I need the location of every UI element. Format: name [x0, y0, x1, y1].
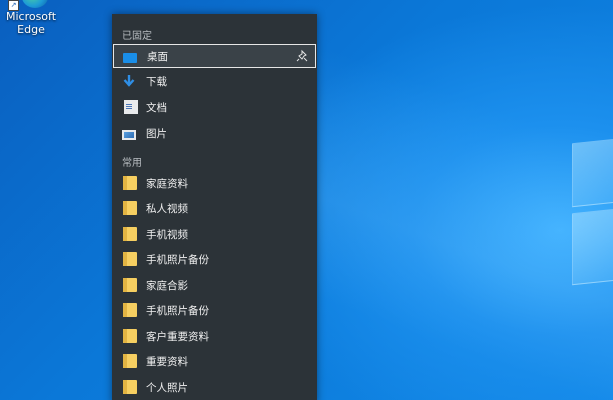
section-title-frequent: 常用 — [122, 158, 142, 169]
folder-icon — [123, 380, 137, 394]
jump-item-label: 家庭合影 — [146, 279, 188, 292]
jump-item-label: 手机视频 — [146, 228, 188, 241]
jump-item-label: 文档 — [146, 101, 167, 114]
folder-icon — [123, 278, 137, 292]
jump-item-label: 下载 — [146, 75, 167, 88]
section-title-pinned: 已固定 — [122, 31, 152, 42]
jump-item-label: 桌面 — [147, 50, 168, 63]
download-icon — [123, 75, 135, 87]
jump-item-label: 手机照片备份 — [146, 304, 209, 317]
jump-item-frequent[interactable]: 手机视频 — [113, 222, 316, 246]
jump-item-frequent[interactable]: 私人视频 — [113, 196, 316, 220]
jump-item-downloads[interactable]: 下载 — [113, 69, 316, 93]
document-icon — [124, 100, 138, 114]
desktop-background: ↗ Microsoft Edge 已固定 桌面 下载 文档 图片 常用 家庭资料… — [0, 0, 613, 400]
jump-item-label: 家庭资料 — [146, 177, 188, 190]
jump-item-label: 客户重要资料 — [146, 330, 209, 343]
jump-item-frequent[interactable]: 家庭合影 — [113, 273, 316, 297]
folder-icon — [123, 252, 137, 266]
folder-icon — [123, 303, 137, 317]
folder-icon — [123, 176, 137, 190]
wallpaper-window-pane-bottom — [572, 206, 613, 286]
folder-icon — [123, 227, 137, 241]
jump-item-frequent[interactable]: 客户重要资料 — [113, 324, 316, 348]
jump-item-label: 重要资料 — [146, 355, 188, 368]
jump-item-frequent[interactable]: 重要资料 — [113, 349, 316, 373]
desktop-folder-icon — [123, 53, 137, 63]
folder-icon — [123, 201, 137, 215]
wallpaper-window-pane-top — [572, 136, 613, 208]
jump-item-frequent[interactable]: 家庭资料 — [113, 171, 316, 195]
jump-item-documents[interactable]: 文档 — [113, 95, 316, 119]
jump-item-frequent[interactable]: 手机照片备份 — [113, 298, 316, 322]
desktop-icon-edge[interactable]: ↗ Microsoft Edge — [0, 0, 62, 42]
jump-item-label: 私人视频 — [146, 202, 188, 215]
jump-item-frequent[interactable]: 手机照片备份 — [113, 247, 316, 271]
desktop-icon-label: Microsoft Edge — [5, 10, 57, 36]
jump-item-pictures[interactable]: 图片 — [113, 121, 316, 145]
wallpaper-light-beam — [318, 0, 613, 400]
unpin-icon[interactable] — [295, 49, 309, 63]
pictures-icon — [122, 130, 136, 140]
jump-item-label: 个人照片 — [146, 381, 188, 394]
jump-item-label: 手机照片备份 — [146, 253, 209, 266]
edge-icon — [22, 0, 48, 8]
jump-list-panel: 已固定 桌面 下载 文档 图片 常用 家庭资料 私人视频 手机视频 手机照片备份… — [112, 14, 317, 400]
jump-item-frequent[interactable]: 个人照片 — [113, 375, 316, 399]
folder-icon — [123, 354, 137, 368]
jump-item-label: 图片 — [146, 127, 167, 140]
jump-item-desktop[interactable]: 桌面 — [113, 44, 316, 68]
folder-icon — [123, 329, 137, 343]
